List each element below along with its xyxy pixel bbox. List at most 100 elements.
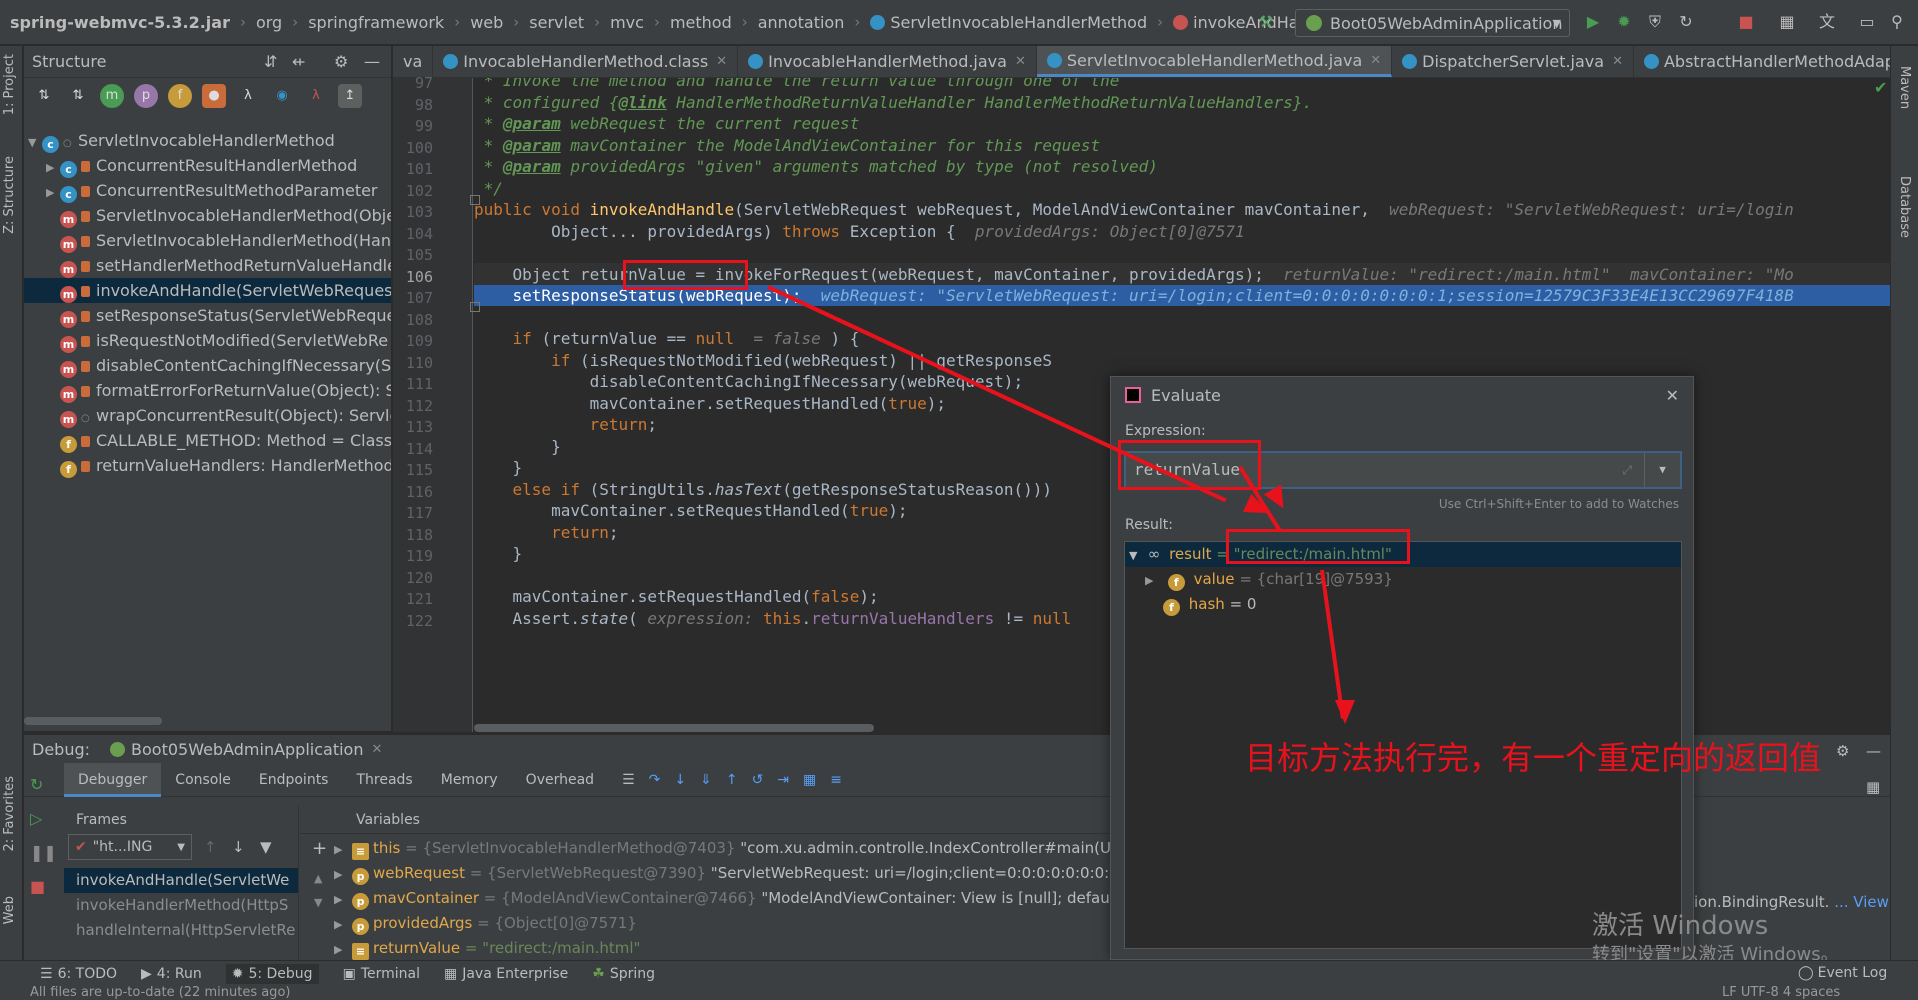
view-link[interactable]: ... View [1834, 893, 1889, 911]
structure-item[interactable]: ▶ c ConcurrentResultMethodParameter [24, 178, 391, 203]
breadcrumb-item[interactable]: servlet [529, 13, 584, 32]
code-horizontal-scrollbar[interactable] [474, 724, 874, 732]
drop-frame-icon[interactable]: ↺ [752, 772, 764, 788]
frame-item[interactable]: handleInternal(HttpServletRe [64, 918, 298, 943]
minimize-icon[interactable]: — [364, 52, 380, 71]
filter-icon[interactable]: ▼ [260, 838, 272, 856]
history-dropdown-icon[interactable]: ▼ [1644, 453, 1680, 487]
run-icon[interactable]: ▶ [1583, 12, 1603, 32]
chevron-right-icon[interactable]: ▶ [334, 937, 352, 961]
tab-overhead[interactable]: Overhead [512, 763, 608, 797]
editor-tab[interactable]: DispatcherServlet.java ✕ [1392, 46, 1634, 77]
step-out-icon[interactable]: ↑ [726, 772, 738, 788]
search-icon[interactable]: ⚲ [1887, 12, 1907, 32]
debug-icon[interactable]: ✹ [1614, 12, 1634, 32]
editor-tab[interactable]: InvocableHandlerMethod.class ✕ [433, 46, 739, 77]
tab-debugger[interactable]: Debugger [64, 762, 162, 797]
hammer-icon[interactable]: ⚒ [1256, 12, 1276, 32]
project-structure-icon[interactable]: ▦ [1777, 12, 1797, 32]
stop-icon[interactable]: ■ [30, 877, 56, 911]
coverage-icon[interactable]: ⛨ [1645, 12, 1665, 32]
layout-icon[interactable]: ▭ [1857, 12, 1877, 32]
variable-row[interactable]: ▶ p mavContainer = {ModelAndViewContainer@… [334, 886, 1114, 911]
step-over-icon[interactable]: ↷ [649, 772, 661, 788]
tab-web[interactable]: Web [2, 896, 17, 924]
anonymous-classes-icon[interactable]: ◉ [270, 84, 294, 108]
tab-console[interactable]: Console [161, 763, 245, 797]
breadcrumb-item[interactable]: web [470, 13, 503, 32]
editor-tab[interactable]: ServletInvocableHandlerMethod.java ✕ [1036, 46, 1393, 77]
lambda-filter-icon[interactable]: λ [304, 84, 328, 108]
structure-item[interactable]: m disableContentCachingIfNecessary(Se [24, 353, 391, 378]
show-properties-icon[interactable]: p [134, 84, 158, 108]
breadcrumb-item[interactable]: springframework [308, 13, 444, 32]
rerun-icon[interactable]: ↻ [30, 775, 56, 809]
variable-row[interactable]: ▶ ≡ this = {ServletInvocableHandlerMethod@… [334, 836, 1114, 861]
tab-endpoints[interactable]: Endpoints [245, 763, 343, 797]
pause-icon[interactable]: ❚❚ [30, 843, 57, 877]
tab-favorites[interactable]: 2: Favorites [2, 776, 17, 852]
structure-item[interactable]: m setHandlerMethodReturnValueHandle [24, 253, 391, 278]
variable-row[interactable]: ▶ p providedArgs = {Object[0]@7571} [334, 911, 1114, 936]
variable-row[interactable]: ▶ p webRequest = {ServletWebRequest@7390} … [334, 861, 1114, 886]
frames-down-icon[interactable]: ↓ [232, 838, 245, 856]
show-fields-icon[interactable]: f [168, 84, 192, 108]
sort-alpha-icon[interactable]: ⇅ [32, 84, 56, 108]
force-step-into-icon[interactable]: ⇓ [700, 772, 712, 788]
fold-icon[interactable] [470, 302, 480, 312]
chevron-right-icon[interactable]: ▶ [334, 887, 352, 911]
menu-icon[interactable]: ☰ [622, 772, 635, 788]
close-icon[interactable]: ✕ [371, 742, 382, 757]
show-lambdas-icon[interactable]: λ [236, 84, 260, 108]
structure-item[interactable]: f CALLABLE_METHOD: Method = ClassU [24, 428, 391, 453]
autoscroll-icon[interactable]: ↥ [338, 84, 362, 108]
breadcrumb-item[interactable]: annotation [758, 13, 845, 32]
chevron-right-icon[interactable]: ▶ [46, 180, 60, 203]
chevron-down-icon[interactable]: ▼ [28, 130, 42, 153]
show-non-public-icon[interactable]: ● [202, 84, 226, 108]
scroll-down-icon[interactable]: ▼ [314, 896, 322, 909]
close-icon[interactable]: ✕ [1612, 54, 1623, 69]
structure-item[interactable]: f returnValueHandlers: HandlerMethodI [24, 453, 391, 478]
breadcrumb-item[interactable]: spring-webmvc-5.3.2.jar [10, 13, 230, 32]
result-root-row[interactable]: ▼ ∞ result = "redirect:/main.html" [1125, 542, 1681, 567]
tab-structure[interactable]: Z: Structure [2, 156, 17, 234]
run-configuration-select[interactable]: Boot05WebAdminApplication ▼ [1295, 9, 1570, 37]
structure-item[interactable]: ▼ c ○ ServletInvocableHandlerMethod [24, 128, 391, 153]
close-icon[interactable]: ✕ [1370, 53, 1381, 68]
trace-icon[interactable]: ≡ [830, 772, 842, 788]
tab-threads[interactable]: Threads [342, 763, 426, 797]
structure-item[interactable]: m ServletInvocableHandlerMethod(Hanc [24, 228, 391, 253]
tool-run[interactable]: ▶ 4: Run [141, 966, 202, 982]
add-watch-icon[interactable]: + [312, 838, 327, 859]
tool-todo[interactable]: ☰ 6: TODO [40, 966, 117, 982]
evaluate-icon[interactable]: ▦ [803, 772, 816, 788]
scroll-up-icon[interactable]: ▲ [314, 872, 322, 885]
stop-icon[interactable]: ■ [1736, 12, 1756, 32]
sort-visibility-icon[interactable]: ⇅ [66, 84, 90, 108]
editor-tab[interactable]: AbstractHandlerMethodAdapter.ja [1634, 46, 1890, 77]
close-icon[interactable]: ✕ [1015, 54, 1026, 69]
resume-icon[interactable]: ▷ [30, 809, 56, 843]
gear-icon[interactable]: ⚙ [334, 52, 348, 71]
tool-spring[interactable]: ☘ Spring [592, 966, 655, 982]
translate-icon[interactable]: 文 [1817, 12, 1837, 32]
structure-item[interactable]: m setResponseStatus(ServletWebReque [24, 303, 391, 328]
close-icon[interactable]: ✕ [1666, 386, 1679, 405]
chevron-right-icon[interactable]: ▶ [334, 837, 352, 861]
tab-database[interactable]: Database [1897, 176, 1912, 238]
tab-maven[interactable]: Maven [1897, 66, 1912, 109]
tool-debug[interactable]: ✹ 5: Debug [225, 963, 319, 984]
layout-settings-icon[interactable]: ▦ [1866, 778, 1880, 796]
step-into-icon[interactable]: ↓ [674, 772, 686, 788]
structure-item[interactable]: m ○ wrapConcurrentResult(Object): Servle [24, 403, 391, 428]
breadcrumb-item[interactable]: method [670, 13, 732, 32]
horizontal-scrollbar[interactable] [24, 717, 162, 725]
debug-settings-icon[interactable]: ⚙ [1836, 742, 1849, 760]
breadcrumb-item[interactable]: org [256, 13, 282, 32]
show-inherited-icon[interactable]: m [100, 84, 124, 108]
expression-input[interactable]: returnValue ⤢ ▼ [1124, 451, 1682, 489]
breakpoint-fold-icon[interactable] [470, 195, 480, 205]
chevron-right-icon[interactable]: ▶ [46, 155, 60, 178]
chevron-right-icon[interactable]: ▶ [334, 912, 352, 936]
